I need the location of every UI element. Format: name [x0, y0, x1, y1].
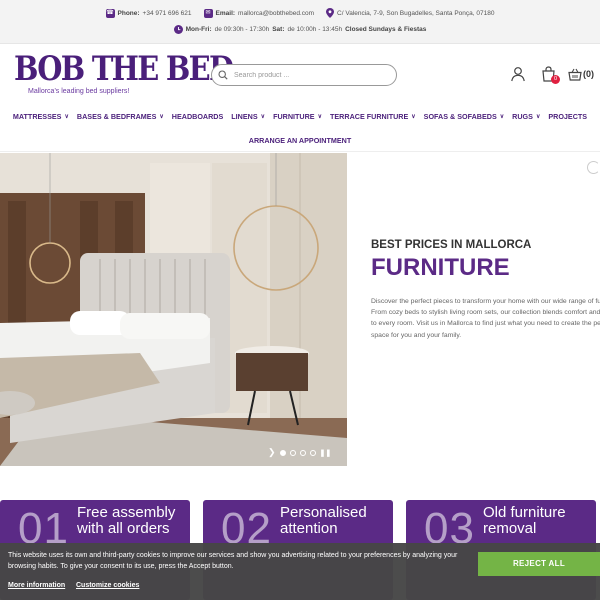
nav-item-rugs[interactable]: RUGS ∨	[508, 112, 544, 121]
wishlist-count-badge: 0	[551, 75, 560, 84]
more-information-link[interactable]: More information	[8, 582, 65, 589]
page: ☎ Phone: +34 971 696 621 ✉ Email: mallor…	[0, 0, 600, 600]
main-navigation: MATTRESSES ∨ BASES & BEDFRAMES ∨ HEADBOARDS L…	[0, 108, 600, 152]
email-icon: ✉	[203, 8, 213, 18]
chevron-down-icon: ∨	[317, 114, 322, 120]
wishlist-button[interactable]: 0	[538, 64, 560, 84]
nav-item-bases-bedframes[interactable]: BASES & BEDFRAMES ∨	[73, 112, 168, 121]
nav-item-label: FURNITURE	[273, 112, 315, 121]
hours-label-weekday: Mon-Fri:	[185, 26, 212, 33]
email-label: Email:	[215, 9, 236, 17]
reject-all-button[interactable]: REJECT ALL	[478, 552, 600, 576]
slider-next-icon[interactable]: ❯	[268, 447, 276, 458]
chevron-down-icon: ∨	[535, 114, 541, 120]
nav-item-terrace-furniture[interactable]: TERRACE FURNITURE ∨	[326, 112, 420, 121]
slider-dot[interactable]	[309, 449, 316, 456]
nav-item-label: MATTRESSES	[12, 112, 62, 121]
user-icon[interactable]	[508, 64, 528, 84]
nav-item-headboards[interactable]: HEADBOARDS	[168, 112, 228, 121]
slider-dot[interactable]	[279, 449, 286, 456]
chevron-down-icon: ∨	[64, 114, 69, 120]
hero-kicker: BEST PRICES IN MALLORCA	[371, 239, 532, 251]
loading-spinner-icon	[587, 161, 600, 174]
nav-list: MATTRESSES ∨ BASES & BEDFRAMES ∨ HEADBOARDS L…	[0, 112, 600, 121]
hours-value-weekday: de 09:30h - 17:30h	[214, 26, 270, 33]
logo-tagline: Mallorca's leading bed suppliers!	[28, 88, 130, 95]
slider-dot[interactable]	[289, 449, 296, 456]
search-input[interactable]	[234, 71, 384, 79]
feature-text: Personalised attention	[280, 504, 367, 537]
hero-headline: FURNITURE	[371, 254, 510, 281]
arrange-appointment-link[interactable]: ARRANGE AN APPOINTMENT	[0, 136, 600, 145]
phone-label: Phone:	[117, 9, 140, 17]
search-icon[interactable]	[212, 64, 234, 86]
feature-text: Free assembly with all orders	[77, 504, 176, 537]
phone-icon: ☎	[105, 8, 115, 18]
search-bar[interactable]	[211, 64, 397, 86]
slider-dot[interactable]	[299, 449, 306, 456]
cookie-text: This website uses its own and third-part…	[8, 552, 458, 570]
logo-text: BOB THE BED	[14, 49, 234, 89]
nav-item-sofas-sofabeds[interactable]: SOFAS & SOFABEDS ∨	[420, 112, 509, 121]
top-info-bar: ☎ Phone: +34 971 696 621 ✉ Email: mallor…	[0, 0, 600, 44]
nav-item-label: TERRACE FURNITURE	[330, 112, 409, 121]
phone-info[interactable]: ☎ Phone: +34 971 696 621	[105, 8, 192, 18]
slider-pause-icon[interactable]: ❚❚	[320, 449, 332, 457]
nav-item-label: HEADBOARDS	[171, 112, 224, 121]
nav-item-label: RUGS	[512, 112, 533, 121]
hours-label-saturday: Sat:	[272, 26, 285, 33]
clock-icon	[173, 25, 183, 34]
hours-info: Mon-Fri: de 09:30h - 17:30h Sat: de 10:0…	[173, 25, 427, 34]
phone-value: +34 971 696 621	[142, 9, 192, 17]
email-info[interactable]: ✉ Email: mallorca@bobthebed.com	[203, 8, 315, 18]
hero-content: BEST PRICES IN MALLORCA FURNITURE Discov…	[371, 153, 600, 466]
nav-item-label: BASES & BEDFRAMES	[76, 112, 157, 121]
nav-item-label: PROJECTS	[548, 112, 588, 121]
nav-item-label: SOFAS & SOFABEDS	[423, 112, 497, 121]
hero-description: Discover the perfect pieces to transform…	[371, 298, 600, 339]
nav-item-projects[interactable]: PROJECTS	[544, 112, 591, 121]
feature-text: Old furniture removal	[483, 504, 566, 537]
hero-slider: ❯ ❚❚ BEST PRICES IN MALLORCA FURNITURE D…	[0, 153, 600, 466]
chevron-down-icon: ∨	[499, 114, 505, 120]
basket-icon	[568, 68, 582, 81]
nav-item-label: LINENS	[231, 112, 258, 121]
address-value: C/ Valencia, 7-9, Son Bugadelles, Santa …	[337, 9, 495, 17]
nav-item-mattresses[interactable]: MATTRESSES ∨	[9, 112, 73, 121]
hours-closed: Closed Sundays & Fiestas	[345, 26, 427, 33]
nav-item-furniture[interactable]: FURNITURE ∨	[269, 112, 326, 121]
cookie-banner: This website uses its own and third-part…	[0, 543, 600, 600]
chevron-down-icon: ∨	[159, 114, 164, 120]
address-info[interactable]: C/ Valencia, 7-9, Son Bugadelles, Santa …	[326, 8, 494, 18]
cart-button[interactable]: (0)	[568, 68, 594, 81]
hours-value-saturday: de 10:00h - 13:45h	[287, 26, 343, 33]
site-header: BOB THE BED Mallorca's leading bed suppl…	[0, 44, 600, 106]
logo[interactable]: BOB THE BED Mallorca's leading bed suppl…	[14, 49, 234, 105]
email-value: mallorca@bobthebed.com	[238, 9, 315, 17]
chevron-down-icon: ∨	[411, 114, 416, 120]
chevron-down-icon: ∨	[260, 114, 266, 120]
slider-controls: ❯ ❚❚	[268, 447, 331, 458]
customize-cookies-link[interactable]: Customize cookies	[76, 582, 139, 589]
hero-image: ❯ ❚❚	[0, 153, 347, 466]
nav-item-linens[interactable]: LINENS ∨	[227, 112, 269, 121]
location-pin-icon	[326, 8, 335, 18]
cart-count: (0)	[583, 69, 594, 79]
header-icons: 0 (0)	[508, 64, 594, 84]
